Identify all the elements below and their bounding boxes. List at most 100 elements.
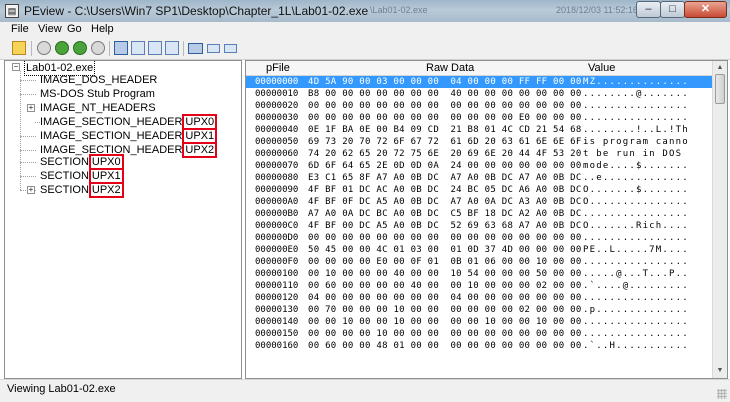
view-hex-icon[interactable] bbox=[114, 41, 128, 55]
raw-data-cell: 6D 6F 64 65 2E 0D 0D 0A 24 00 00 00 00 0… bbox=[308, 161, 582, 171]
view-word-icon[interactable] bbox=[148, 41, 162, 55]
menu-go[interactable]: Go bbox=[67, 23, 82, 35]
table-row[interactable]: 00000150 00 00 00 00 10 00 00 00 00 00 00… bbox=[246, 328, 712, 340]
section-header-label: IMAGE_SECTION_HEADER bbox=[40, 116, 183, 128]
raw-data-cell: 00 60 00 00 48 01 00 00 00 00 00 00 00 0… bbox=[308, 341, 582, 351]
table-row[interactable]: 00000110 00 60 00 00 00 00 40 00 00 10 00… bbox=[246, 280, 712, 292]
table-row[interactable]: 00000030 00 00 00 00 00 00 00 00 00 00 00… bbox=[246, 112, 712, 124]
value-cell: ................ bbox=[583, 329, 689, 339]
status-bar: Viewing Lab01-02.exe bbox=[0, 379, 730, 402]
hex-data-view[interactable]: pFile Raw Data Value 00000000 4D 5A 90 00… bbox=[245, 60, 728, 379]
tree-dos-stub[interactable]: MS-DOS Stub Program bbox=[40, 87, 155, 101]
menu-view[interactable]: View bbox=[38, 23, 62, 35]
previous-item-icon[interactable] bbox=[73, 41, 87, 55]
table-row[interactable]: 00000090 4F BF 01 DC AC A0 0B DC 24 BC 05… bbox=[246, 184, 712, 196]
table-row[interactable]: 00000080 E3 C1 65 8F A7 A0 0B DC A7 A0 0B… bbox=[246, 172, 712, 184]
offset-cell: 00000090 bbox=[255, 185, 299, 195]
column-header: pFile Raw Data Value bbox=[246, 61, 712, 76]
next-item-icon[interactable] bbox=[91, 41, 105, 55]
title-bar[interactable]: ▤ PEview - C:\Users\Win7 SP1\Desktop\Cha… bbox=[0, 0, 730, 23]
tree-dos-header[interactable]: IMAGE_DOS_HEADER bbox=[40, 73, 157, 87]
minimize-button[interactable]: – bbox=[636, 1, 661, 18]
expand-nt-headers-icon[interactable]: + bbox=[27, 104, 35, 112]
vertical-scrollbar[interactable]: ▲ ▼ bbox=[712, 61, 727, 378]
view-byte-icon[interactable] bbox=[131, 41, 145, 55]
scroll-thumb[interactable] bbox=[715, 74, 725, 104]
raw-data-cell: 00 10 00 00 00 40 00 00 10 54 00 00 00 5… bbox=[308, 269, 582, 279]
menu-help[interactable]: Help bbox=[91, 23, 114, 35]
table-row[interactable]: 00000010 B8 00 00 00 00 00 00 00 40 00 00… bbox=[246, 88, 712, 100]
layout-a-icon[interactable] bbox=[188, 43, 203, 54]
tree-nt-headers[interactable]: IMAGE_NT_HEADERS bbox=[40, 101, 156, 115]
table-row[interactable]: 00000040 0E 1F BA 0E 00 B4 09 CD 21 B8 01… bbox=[246, 124, 712, 136]
table-row[interactable]: 00000000 4D 5A 90 00 03 00 00 00 04 00 00… bbox=[246, 76, 712, 88]
raw-data-cell: 50 45 00 00 4C 01 03 00 01 0D 37 4D 00 0… bbox=[308, 245, 582, 255]
section-header-label: IMAGE_SECTION_HEADER bbox=[40, 130, 183, 142]
maximize-button[interactable]: □ bbox=[660, 1, 685, 18]
menu-bar: File View Go Help bbox=[0, 22, 730, 38]
table-row[interactable]: 000000E0 50 45 00 00 4C 01 03 00 01 0D 37… bbox=[246, 244, 712, 256]
layout-c-icon[interactable] bbox=[224, 44, 237, 53]
column-raw-data[interactable]: Raw Data bbox=[426, 62, 474, 74]
back-icon[interactable] bbox=[37, 41, 51, 55]
scroll-up-icon[interactable]: ▲ bbox=[715, 63, 725, 73]
offset-cell: 000000A0 bbox=[255, 197, 299, 207]
close-button[interactable]: ✕ bbox=[684, 1, 727, 18]
value-cell: ................ bbox=[583, 209, 689, 219]
forward-icon[interactable] bbox=[55, 41, 69, 55]
table-row[interactable]: 00000070 6D 6F 64 65 2E 0D 0D 0A 24 00 00… bbox=[246, 160, 712, 172]
table-row[interactable]: 00000140 00 00 10 00 00 10 00 00 00 00 10… bbox=[246, 316, 712, 328]
value-cell: MZ.............. bbox=[583, 77, 689, 87]
tree-connector bbox=[20, 71, 21, 190]
value-cell: ................ bbox=[583, 317, 689, 327]
raw-data-cell: 00 00 00 00 00 00 00 00 00 00 00 00 00 0… bbox=[308, 233, 582, 243]
table-row[interactable]: 00000060 74 20 62 65 20 72 75 6E 20 69 6E… bbox=[246, 148, 712, 160]
offset-cell: 000000D0 bbox=[255, 233, 299, 243]
open-file-icon[interactable] bbox=[12, 41, 26, 55]
table-row[interactable]: 00000050 69 73 20 70 72 6F 67 72 61 6D 20… bbox=[246, 136, 712, 148]
view-dword-icon[interactable] bbox=[165, 41, 179, 55]
section-label: SECTION bbox=[40, 170, 89, 182]
expand-section-upx2-icon[interactable]: + bbox=[27, 186, 35, 194]
scroll-down-icon[interactable]: ▼ bbox=[715, 366, 725, 376]
table-row[interactable]: 000000C0 4F BF 00 DC A5 A0 0B DC 52 69 63… bbox=[246, 220, 712, 232]
value-cell: is program canno bbox=[583, 137, 689, 147]
section-name-highlight: UPX2 bbox=[88, 182, 124, 198]
collapse-root-icon[interactable]: − bbox=[12, 63, 20, 71]
background-window-title: \Lab01-02.exe bbox=[370, 5, 428, 15]
tree-section-header-upx0[interactable]: IMAGE_SECTION_HEADER UPX0 bbox=[40, 114, 218, 130]
offset-cell: 00000020 bbox=[255, 101, 299, 111]
value-cell: ................ bbox=[583, 101, 689, 111]
table-row[interactable]: 00000160 00 60 00 00 48 01 00 00 00 00 00… bbox=[246, 340, 712, 352]
resize-grip-icon[interactable] bbox=[717, 389, 727, 399]
table-row[interactable]: 00000100 00 10 00 00 00 40 00 00 10 54 00… bbox=[246, 268, 712, 280]
value-cell: O.......$....... bbox=[583, 185, 689, 195]
offset-cell: 00000030 bbox=[255, 113, 299, 123]
tree-section-header-upx1[interactable]: IMAGE_SECTION_HEADER UPX1 bbox=[40, 128, 218, 144]
tree-connector bbox=[20, 80, 36, 81]
table-row[interactable]: 000000A0 4F BF 0F DC A5 A0 0B DC A7 A0 0A… bbox=[246, 196, 712, 208]
table-row[interactable]: 000000D0 00 00 00 00 00 00 00 00 00 00 00… bbox=[246, 232, 712, 244]
offset-cell: 00000040 bbox=[255, 125, 299, 135]
menu-file[interactable]: File bbox=[11, 23, 29, 35]
table-row[interactable]: 00000130 00 70 00 00 00 10 00 00 00 00 00… bbox=[246, 304, 712, 316]
table-row[interactable]: 000000B0 A7 A0 0A DC BC A0 0B DC C5 BF 18… bbox=[246, 208, 712, 220]
tree-connector bbox=[20, 94, 36, 95]
value-cell: O............... bbox=[583, 197, 689, 207]
offset-cell: 00000070 bbox=[255, 161, 299, 171]
table-row[interactable]: 00000020 00 00 00 00 00 00 00 00 00 00 00… bbox=[246, 100, 712, 112]
column-pfile[interactable]: pFile bbox=[266, 62, 290, 74]
layout-b-icon[interactable] bbox=[207, 44, 220, 53]
tree-section-upx2[interactable]: SECTION UPX2 bbox=[40, 182, 124, 198]
value-cell: mode....$....... bbox=[583, 161, 689, 171]
column-value[interactable]: Value bbox=[588, 62, 615, 74]
structure-tree[interactable]: − Lab01-02.exe IMAGE_DOS_HEADER MS-DOS S… bbox=[4, 60, 242, 379]
table-row[interactable]: 000000F0 00 00 00 00 E0 00 0F 01 0B 01 06… bbox=[246, 256, 712, 268]
offset-cell: 00000080 bbox=[255, 173, 299, 183]
table-row[interactable]: 00000120 04 00 00 00 00 00 00 00 04 00 00… bbox=[246, 292, 712, 304]
value-cell: ..e............. bbox=[583, 173, 689, 183]
offset-cell: 00000130 bbox=[255, 305, 299, 315]
tree-section-upx1[interactable]: SECTION UPX1 bbox=[40, 168, 124, 184]
tree-section-upx0[interactable]: SECTION UPX0 bbox=[40, 154, 124, 170]
app-icon[interactable]: ▤ bbox=[5, 4, 19, 18]
